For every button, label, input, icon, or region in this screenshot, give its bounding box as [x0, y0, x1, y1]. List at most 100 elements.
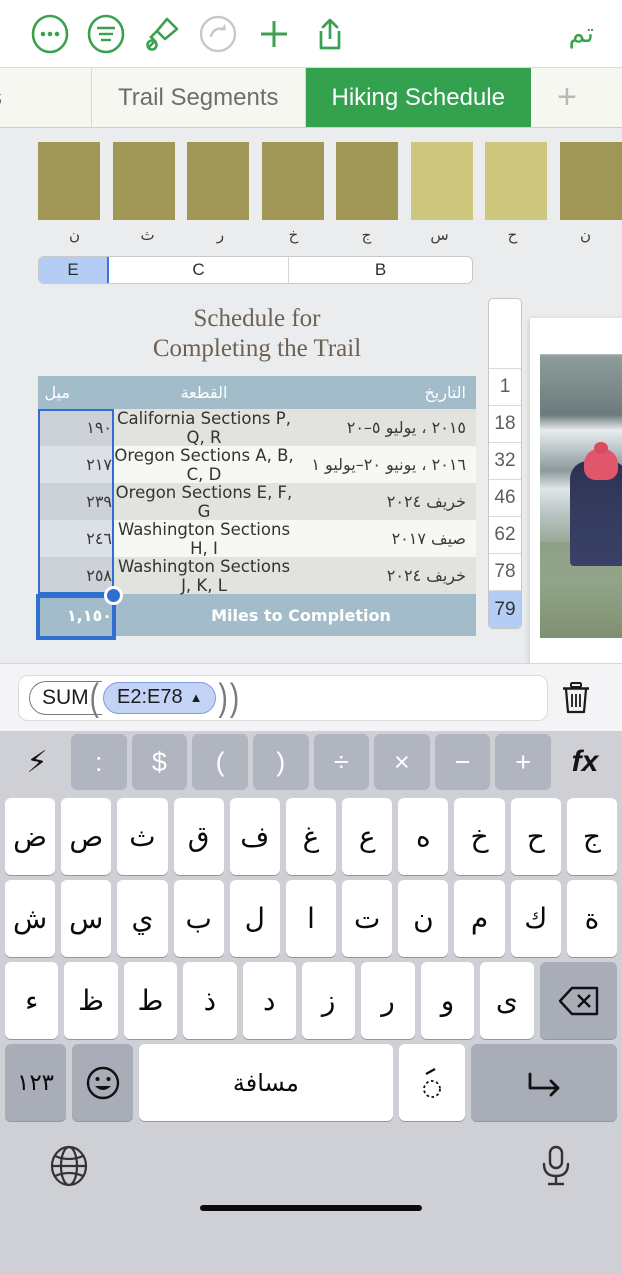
add-sheet-button[interactable]: + — [531, 68, 603, 127]
microphone-icon[interactable] — [536, 1143, 576, 1194]
chart-label: ث — [140, 226, 155, 244]
multiply-key[interactable]: × — [374, 734, 430, 790]
key-dad[interactable]: ض — [4, 798, 56, 875]
share-icon[interactable] — [302, 6, 358, 62]
key-seen[interactable]: س — [61, 880, 112, 957]
table-row[interactable]: خريف ٢٠٢٤ Oregon Sections E, F, G ٢٣٩ — [38, 483, 476, 521]
sheet-tab-partial[interactable]: s — [0, 68, 92, 127]
numbers-key[interactable]: ١٢٣ — [5, 1044, 66, 1121]
chart-bar — [336, 142, 399, 220]
row-number-selected[interactable]: 79 — [489, 591, 521, 628]
row-number[interactable]: 62 — [489, 517, 521, 554]
row-number[interactable]: 32 — [489, 443, 521, 480]
key-alef[interactable]: ا — [285, 880, 337, 957]
key-dal[interactable]: د — [242, 962, 296, 1039]
shortcut-key[interactable]: ⚡ — [8, 734, 66, 790]
selection-handle[interactable] — [104, 586, 123, 605]
backspace-icon[interactable] — [539, 962, 617, 1039]
format-icon[interactable] — [78, 6, 134, 62]
key-tha[interactable]: ث — [117, 798, 168, 875]
key-hah[interactable]: ح — [510, 798, 561, 875]
key-ra[interactable]: ر — [361, 962, 415, 1039]
table-row[interactable]: خريف ٢٠٢٤ Washington Sections J, K, L ٢٥… — [38, 557, 476, 595]
brush-icon[interactable] — [134, 6, 190, 62]
key-sheen[interactable]: ش — [4, 880, 56, 957]
table-row[interactable]: صيف ٢٠١٧ Washington Sections H, I ٢٤٦ — [38, 519, 476, 558]
row-number[interactable]: 18 — [489, 406, 521, 443]
key-tah[interactable]: ط — [123, 962, 178, 1039]
row-number[interactable]: 78 — [489, 554, 521, 591]
header-miles: ميل — [44, 383, 70, 402]
cell-miles: ٢٥٨ — [38, 557, 112, 594]
key-lam[interactable]: ل — [229, 880, 280, 957]
close-paren-key[interactable]: ) — [252, 734, 309, 790]
colon-key[interactable]: : — [71, 734, 127, 790]
cell-section: Washington Sections H, I — [117, 519, 291, 558]
key-ta[interactable]: ت — [342, 880, 393, 957]
redo-icon[interactable] — [190, 6, 246, 62]
trail-photo[interactable] — [530, 318, 622, 663]
chart-bar — [187, 142, 250, 220]
divide-key[interactable]: ÷ — [313, 734, 370, 790]
open-paren-key[interactable]: ( — [192, 734, 248, 790]
segment-b[interactable]: B — [289, 257, 472, 283]
table-row[interactable]: ٢٠١٦ ، يونيو ٢٠–يوليو ١ Oregon Sections … — [38, 446, 476, 484]
key-sad[interactable]: ص — [61, 798, 112, 875]
table-row[interactable]: ٢٠١٥ ، يوليو ٥–٢٠ California Sections P,… — [38, 409, 476, 447]
formula-range-text: E2:E78 — [117, 686, 183, 708]
chevron-up-icon[interactable]: ▲ — [190, 690, 203, 705]
emoji-icon[interactable] — [72, 1044, 133, 1121]
formula-function-token[interactable]: SUM ( — [29, 678, 102, 716]
chart-bar — [261, 142, 324, 220]
plus-key[interactable]: + — [495, 734, 551, 790]
minus-key[interactable]: − — [434, 734, 491, 790]
key-ain[interactable]: ع — [342, 798, 393, 875]
space-key[interactable]: مسافة — [139, 1044, 393, 1121]
sheet-tab-hiking-schedule[interactable]: Hiking Schedule — [305, 68, 531, 127]
diacritic-key[interactable] — [398, 1044, 465, 1121]
key-ya[interactable]: ي — [117, 880, 168, 957]
key-alef-maksura[interactable]: ى — [480, 962, 534, 1039]
key-zah[interactable]: ظ — [64, 962, 118, 1039]
formula-input[interactable]: SUM ( E2:E78 ▲ ) ) — [18, 674, 548, 721]
key-hamza[interactable]: ء — [5, 962, 59, 1039]
key-ha-marbuta[interactable]: ه — [398, 798, 449, 875]
key-noon[interactable]: ن — [398, 880, 449, 957]
key-kaf[interactable]: ك — [510, 880, 561, 957]
table-title-line1: Schedule for — [193, 305, 321, 332]
done-button[interactable]: تم — [563, 18, 600, 49]
photo-pompom — [594, 442, 608, 454]
key-ghain[interactable]: غ — [285, 798, 337, 875]
add-icon[interactable] — [246, 6, 302, 62]
return-key[interactable] — [470, 1044, 618, 1121]
formula-operator-row: ⚡ : $ ( ) ÷ × − + fx — [0, 731, 622, 793]
dollar-key[interactable]: $ — [131, 734, 188, 790]
key-thal[interactable]: ذ — [183, 962, 237, 1039]
trash-icon[interactable] — [548, 680, 604, 716]
formula-range-token[interactable]: E2:E78 ▲ — [103, 681, 217, 714]
sheet-tab-trail-segments[interactable]: Trail Segments — [92, 68, 306, 127]
row-number[interactable]: 1 — [489, 369, 521, 406]
total-value-cell[interactable]: ١,١٥٠ — [38, 606, 112, 625]
key-meem[interactable]: م — [454, 880, 505, 957]
key-qaf[interactable]: ق — [173, 798, 224, 875]
spreadsheet-canvas[interactable]: ن ث ر خ ج س ح ن E C B Schedule for Compl… — [0, 128, 622, 663]
function-key[interactable]: fx — [556, 734, 614, 790]
key-ta-marbuta[interactable]: ة — [566, 880, 618, 957]
formula-close-paren-outer: ) — [229, 675, 240, 718]
key-waw[interactable]: و — [420, 962, 475, 1039]
header-date: التاريخ — [424, 383, 466, 402]
segment-c[interactable]: C — [109, 257, 289, 283]
key-ba[interactable]: ب — [173, 880, 224, 957]
key-fa[interactable]: ف — [229, 798, 280, 875]
sheet-tab-hiking-schedule-label: Hiking Schedule — [331, 83, 505, 111]
key-jeem[interactable]: ج — [566, 798, 618, 875]
more-icon[interactable] — [22, 6, 78, 62]
globe-icon[interactable] — [46, 1143, 92, 1194]
key-kha[interactable]: خ — [454, 798, 505, 875]
row-number[interactable]: 46 — [489, 480, 521, 517]
key-zain[interactable]: ز — [301, 962, 356, 1039]
table-total-row[interactable]: Miles to Completion ١,١٥٠ — [38, 594, 476, 636]
formula-function-name: SUM — [42, 685, 89, 709]
segment-e[interactable]: E — [39, 257, 109, 283]
